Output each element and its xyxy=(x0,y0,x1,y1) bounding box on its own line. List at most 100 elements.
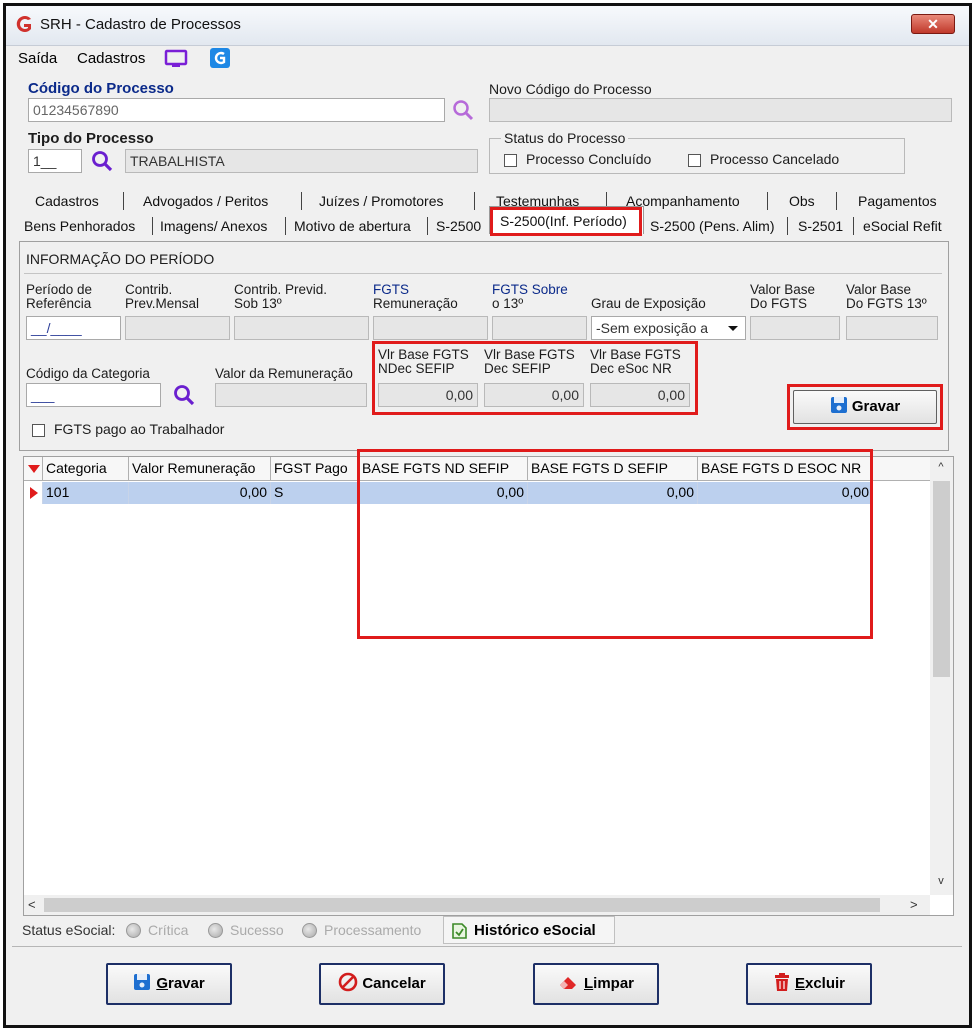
cod-cat-input[interactable]: ___ xyxy=(26,383,161,407)
contrib-mensal-label-1: Contrib. xyxy=(125,282,173,297)
grid-cell-categoria[interactable]: 101 xyxy=(43,482,129,504)
cancelar-button[interactable]: Cancelar xyxy=(319,963,445,1005)
tipo-label: Tipo do Processo xyxy=(28,130,154,147)
vertical-scrollbar[interactable]: ^ v xyxy=(930,457,953,895)
tab-juizes[interactable]: Juízes / Promotores xyxy=(319,192,444,212)
vb-fgts-input xyxy=(750,316,840,340)
tipo-search-icon[interactable] xyxy=(90,149,114,173)
status-esocial-label: Status eSocial: xyxy=(22,922,116,938)
tab-motivo-abertura[interactable]: Motivo de abertura xyxy=(294,217,411,237)
gravar-highlight xyxy=(787,384,943,430)
fgts-rem-input xyxy=(373,316,488,340)
cancelado-checkbox[interactable] xyxy=(688,154,701,167)
grid-header-fgts-pago[interactable]: FGST Pago xyxy=(271,457,359,481)
grid-indicator-header xyxy=(24,457,43,481)
codigo-input[interactable]: 01234567890 xyxy=(28,98,445,122)
fgts-rem-label-1: FGTS xyxy=(373,282,409,297)
scroll-up-icon[interactable]: ^ xyxy=(934,461,948,475)
periodo-ref-input[interactable]: __/____ xyxy=(26,316,121,340)
contrib-mensal-label-2: Prev.Mensal xyxy=(125,296,200,311)
excluir-underline: E xyxy=(794,975,805,992)
tab-esocial-refit[interactable]: eSocial Refit xyxy=(863,217,942,237)
tab-imagens-anexos[interactable]: Imagens/ Anexos xyxy=(160,217,267,237)
vertical-scroll-thumb[interactable] xyxy=(933,481,950,677)
categoria-search-icon[interactable] xyxy=(172,383,196,407)
close-button[interactable]: ✕ xyxy=(911,14,955,34)
cancel-icon xyxy=(339,972,358,992)
horizontal-scrollbar[interactable]: < > xyxy=(24,895,930,915)
tab-pagamentos[interactable]: Pagamentos xyxy=(858,192,937,212)
tipo-code-input[interactable]: 1__ xyxy=(28,149,82,173)
floppy-save-icon xyxy=(134,974,151,990)
scroll-right-icon[interactable]: > xyxy=(910,897,918,912)
limpar-rest: impar xyxy=(593,975,635,992)
active-tab-highlight xyxy=(490,207,642,236)
menu-cadastros[interactable]: Cadastros xyxy=(77,50,145,67)
fgts-pago-checkbox[interactable] xyxy=(32,424,45,437)
horizontal-scroll-thumb[interactable] xyxy=(44,898,880,912)
monitor-icon[interactable] xyxy=(164,49,188,69)
fgts-13-input xyxy=(492,316,587,340)
fgts-13-label-2: o 13º xyxy=(492,296,524,311)
scroll-down-icon[interactable]: v xyxy=(934,875,948,889)
tab-s2500[interactable]: S-2500 xyxy=(436,217,481,237)
vb-fgts13-input xyxy=(846,316,938,340)
excluir-button[interactable]: Excluir xyxy=(746,963,872,1005)
critica-radio[interactable] xyxy=(126,923,141,938)
g-logo-icon[interactable] xyxy=(210,48,230,68)
contrib-mensal-input xyxy=(125,316,230,340)
historico-label: Histórico eSocial xyxy=(474,922,596,939)
grau-select[interactable]: -Sem exposição a xyxy=(591,316,746,340)
historico-esocial-button[interactable]: Histórico eSocial xyxy=(443,916,615,944)
tab-s2501[interactable]: S-2501 xyxy=(798,217,843,237)
app-logo-icon xyxy=(16,16,31,32)
tab-cadastros[interactable]: Cadastros xyxy=(35,192,99,212)
grid-header-categoria[interactable]: Categoria xyxy=(43,457,129,481)
eraser-icon xyxy=(559,977,576,989)
periodo-section-title: INFORMAÇÃO DO PERÍODO xyxy=(26,251,215,267)
limpar-button[interactable]: Limpar xyxy=(533,963,659,1005)
codigo-search-icon[interactable] xyxy=(451,98,475,122)
valor-rem-input xyxy=(215,383,367,407)
gravar-button[interactable]: Gravar xyxy=(106,963,232,1005)
fgts-rem-label-2: Remuneração xyxy=(373,296,458,311)
processamento-radio[interactable] xyxy=(302,923,317,938)
critica-label: Crítica xyxy=(148,922,189,938)
contrib-13-label-2: Sob 13º xyxy=(234,296,282,311)
concluido-label: Processo Concluído xyxy=(526,151,652,167)
grid-cell-fgts-pago[interactable]: S xyxy=(271,482,359,504)
cancelar-label: Cancelar xyxy=(362,975,426,992)
base-columns-highlight xyxy=(357,449,873,639)
tipo-desc-input: TRABALHISTA xyxy=(125,149,478,173)
concluido-checkbox[interactable] xyxy=(504,154,517,167)
contrib-13-label-1: Contrib. Previd. xyxy=(234,282,328,297)
vb-fgts13-label-1: Valor Base xyxy=(846,282,912,297)
tab-advogados[interactable]: Advogados / Peritos xyxy=(143,192,268,212)
document-history-icon xyxy=(452,923,467,939)
cod-cat-label: Código da Categoria xyxy=(26,366,150,381)
gravar-underline: G xyxy=(156,975,168,992)
row-indicator xyxy=(24,482,43,504)
sucesso-radio[interactable] xyxy=(208,923,223,938)
main-window: SRH - Cadastro de Processos ✕ Saída Cada… xyxy=(3,3,972,1028)
vb-fgts-label-2: Do FGTS xyxy=(750,296,808,311)
novo-codigo-input xyxy=(489,98,952,122)
cancelado-label: Processo Cancelado xyxy=(710,151,840,167)
processamento-label: Processamento xyxy=(324,922,422,938)
menu-saida[interactable]: Saída xyxy=(18,50,57,67)
tab-s2500-pens-alim[interactable]: S-2500 (Pens. Alim) xyxy=(650,217,775,237)
tab-bens-penhorados[interactable]: Bens Penhorados xyxy=(24,217,135,237)
grid-header-valor-rem[interactable]: Valor Remuneração xyxy=(129,457,271,481)
novo-codigo-label: Novo Código do Processo xyxy=(489,81,652,97)
tab-obs[interactable]: Obs xyxy=(789,192,815,212)
gravar-rest: ravar xyxy=(167,975,205,992)
chevron-down-icon[interactable] xyxy=(725,321,741,335)
grid-cell-valor-rem[interactable]: 0,00 xyxy=(129,482,271,504)
vlr-base-highlight xyxy=(372,341,698,415)
codigo-label: Código do Processo xyxy=(28,80,174,97)
vb-fgts13-label-2: Do FGTS 13º xyxy=(846,296,927,311)
grid-header-empty xyxy=(873,457,936,481)
window-title: SRH - Cadastro de Processos xyxy=(40,16,241,33)
scroll-left-icon[interactable]: < xyxy=(28,897,36,912)
grau-label: Grau de Exposição xyxy=(591,296,706,311)
